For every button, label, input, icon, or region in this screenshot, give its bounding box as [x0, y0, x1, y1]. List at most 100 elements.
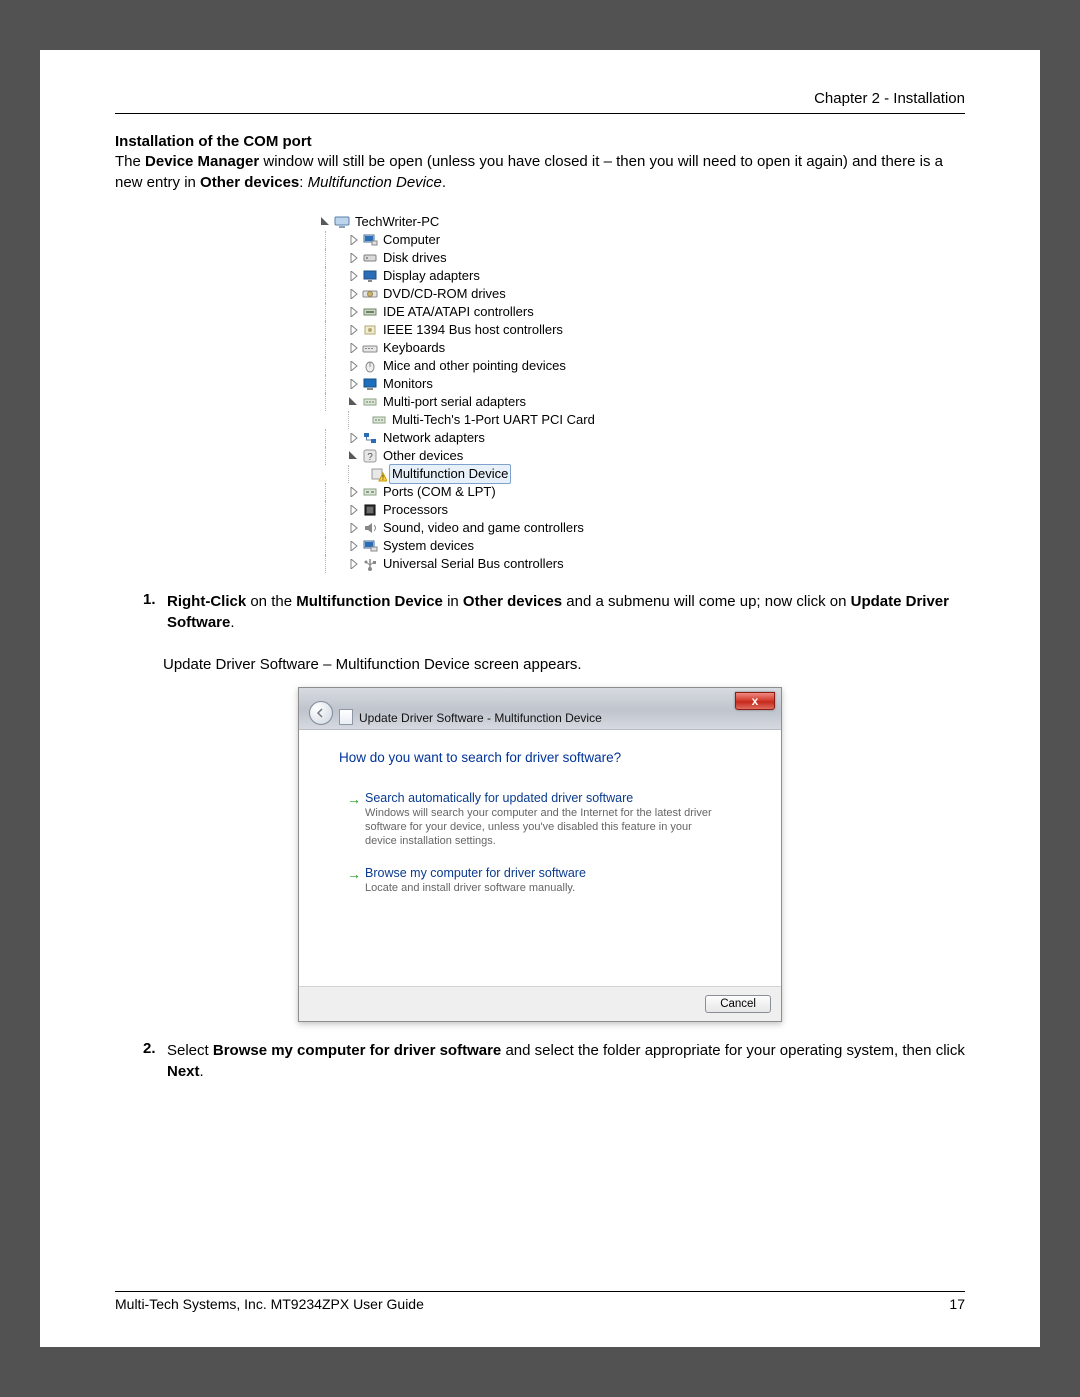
text: Select	[167, 1042, 213, 1059]
expand-toggle[interactable]	[348, 559, 358, 569]
tree-item-disk[interactable]: Disk drives	[325, 249, 760, 267]
page-footer: Multi-Tech Systems, Inc. MT9234ZPX User …	[115, 1291, 965, 1312]
tree-child[interactable]: Multi-Tech's 1-Port UART PCI Card	[348, 411, 760, 429]
tree-item-usb[interactable]: Universal Serial Bus controllers	[325, 555, 760, 573]
keyboard-icon	[362, 340, 378, 356]
tree-item-label: Ports (COM & LPT)	[383, 483, 496, 501]
ide-icon	[362, 304, 378, 320]
tree-item-dvd[interactable]: DVD/CD-ROM drives	[325, 285, 760, 303]
footer-page-number: 17	[949, 1296, 965, 1312]
page-icon	[339, 709, 353, 725]
expand-toggle[interactable]	[348, 325, 358, 335]
tree-item-label: Monitors	[383, 375, 433, 393]
unknown-icon: ?	[362, 448, 378, 464]
expand-toggle[interactable]	[348, 271, 358, 281]
tree-child[interactable]: ! Multifunction Device	[348, 465, 760, 483]
text: The	[115, 153, 145, 170]
text: .	[200, 1063, 204, 1080]
text: and a submenu will come up; now click on	[562, 593, 850, 610]
tree-item-label: Disk drives	[383, 249, 447, 267]
option-title: Search automatically for updated driver …	[365, 791, 741, 805]
dialog-titlebar: Update Driver Software - Multifunction D…	[299, 688, 781, 730]
tree-item-label: IDE ATA/ATAPI controllers	[383, 303, 534, 321]
expand-toggle[interactable]	[320, 217, 330, 227]
computer-icon	[362, 232, 378, 248]
close-button[interactable]: x	[735, 692, 775, 710]
tree-item-mice[interactable]: Mice and other pointing devices	[325, 357, 760, 375]
disk-icon	[362, 250, 378, 266]
tree-item-display[interactable]: Display adapters	[325, 267, 760, 285]
step-2: 2. Select Browse my computer for driver …	[143, 1040, 965, 1082]
tree-item-mpsa[interactable]: Multi-port serial adapters	[325, 393, 760, 411]
svg-text:!: !	[382, 475, 384, 482]
expand-toggle[interactable]	[348, 307, 358, 317]
system-icon	[362, 538, 378, 554]
tree-item-label: Universal Serial Bus controllers	[383, 555, 564, 573]
section-title: Installation of the COM port	[115, 133, 312, 150]
section: Installation of the COM port The Device …	[115, 132, 965, 193]
tree-item-label: Network adapters	[383, 429, 485, 447]
arrow-icon: →	[347, 791, 365, 848]
cancel-button[interactable]: Cancel	[705, 995, 771, 1013]
tree-item-other[interactable]: ? Other devices	[325, 447, 760, 465]
bold-text: Multifunction Device	[296, 593, 443, 610]
bold-text: Browse my computer for driver software	[213, 1042, 501, 1059]
tree-item-net[interactable]: Network adapters	[325, 429, 760, 447]
text: on the	[246, 593, 296, 610]
tree-item-sound[interactable]: Sound, video and game controllers	[325, 519, 760, 537]
expand-toggle[interactable]	[348, 343, 358, 353]
expand-toggle[interactable]	[348, 505, 358, 515]
chapter-header: Chapter 2 - Installation	[115, 90, 965, 114]
tree-item-label: Display adapters	[383, 267, 480, 285]
display-icon	[362, 268, 378, 284]
tree-child-label: Multifunction Device	[389, 464, 511, 484]
option-browse[interactable]: → Browse my computer for driver software…	[347, 866, 741, 896]
footer-left: Multi-Tech Systems, Inc. MT9234ZPX User …	[115, 1296, 424, 1312]
expand-toggle[interactable]	[348, 361, 358, 371]
expand-toggle[interactable]	[348, 487, 358, 497]
expand-toggle[interactable]	[348, 397, 358, 407]
tree-item-label: Computer	[383, 231, 440, 249]
intro-paragraph: Installation of the COM port The Device …	[115, 132, 965, 193]
arrow-icon: →	[347, 866, 365, 896]
tree-root[interactable]: TechWriter-PC	[320, 213, 760, 231]
bold-text: Other devices	[200, 174, 299, 191]
ieee-icon	[362, 322, 378, 338]
expand-toggle[interactable]	[348, 523, 358, 533]
bold-text: Other devices	[463, 593, 562, 610]
tree-item-ide[interactable]: IDE ATA/ATAPI controllers	[325, 303, 760, 321]
text: :	[299, 174, 307, 191]
dvd-icon	[362, 286, 378, 302]
expand-toggle[interactable]	[348, 433, 358, 443]
expand-toggle[interactable]	[348, 235, 358, 245]
tree-item-computer[interactable]: Computer	[325, 231, 760, 249]
tree-item-sys[interactable]: System devices	[325, 537, 760, 555]
option-description: Windows will search your computer and th…	[365, 807, 725, 848]
option-title: Browse my computer for driver software	[365, 866, 741, 880]
expand-toggle[interactable]	[348, 451, 358, 461]
tree-child-label: Multi-Tech's 1-Port UART PCI Card	[392, 411, 595, 429]
usb-icon	[362, 556, 378, 572]
tree-root-label: TechWriter-PC	[355, 213, 439, 231]
expand-toggle[interactable]	[348, 379, 358, 389]
tree-item-label: Multi-port serial adapters	[383, 393, 526, 411]
tree-item-proc[interactable]: Processors	[325, 501, 760, 519]
option-description: Locate and install driver software manua…	[365, 882, 725, 896]
step-number: 2.	[143, 1040, 167, 1082]
back-button[interactable]	[309, 701, 333, 725]
bold-text: Next	[167, 1063, 200, 1080]
expand-toggle[interactable]	[348, 253, 358, 263]
tree-item-ieee[interactable]: IEEE 1394 Bus host controllers	[325, 321, 760, 339]
option-search-auto[interactable]: → Search automatically for updated drive…	[347, 791, 741, 848]
serial-icon	[371, 412, 387, 428]
expand-toggle[interactable]	[348, 289, 358, 299]
expand-toggle[interactable]	[348, 541, 358, 551]
mouse-icon	[362, 358, 378, 374]
dialog-body: How do you want to search for driver sof…	[299, 730, 781, 986]
cpu-icon	[362, 502, 378, 518]
tree-item-ports[interactable]: Ports (COM & LPT)	[325, 483, 760, 501]
italic-text: Multifunction Device	[308, 174, 442, 191]
serial-icon	[362, 394, 378, 410]
tree-item-mon[interactable]: Monitors	[325, 375, 760, 393]
tree-item-kb[interactable]: Keyboards	[325, 339, 760, 357]
